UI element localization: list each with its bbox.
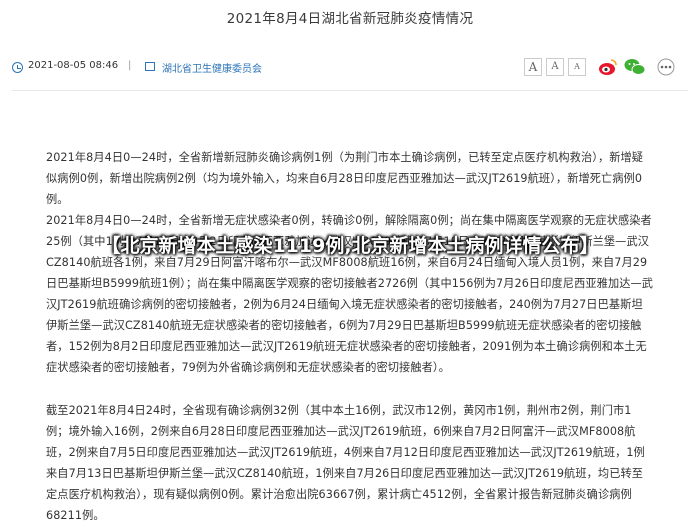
paragraph-confirmed-cases: 2021年8月4日0—24时，全省新增新冠肺炎确诊病例1例（为荆门市本土确诊病例… [46, 151, 644, 206]
source-link[interactable]: 湖北省卫生健康委员会 [162, 60, 262, 75]
source-icon [145, 62, 155, 71]
wechat-icon[interactable] [624, 58, 646, 76]
meta-separator: | [128, 60, 132, 71]
font-small-button[interactable]: A [568, 58, 586, 76]
article-meta: 2021-08-05 08:46 | 湖北省卫生健康委员会 A A A [12, 50, 688, 91]
font-large-button[interactable]: A [524, 58, 542, 76]
publish-date: 2021-08-05 08:46 [28, 60, 119, 71]
weibo-icon[interactable] [598, 58, 618, 76]
font-medium-button[interactable]: A [546, 58, 564, 76]
more-icon[interactable] [656, 58, 676, 76]
paragraph-cumulative: 截至2021年8月4日24时，全省现有确诊病例32例（其中本土16例，武汉市12… [46, 404, 645, 522]
overlay-caption: 【北京新增本土感染1119例,北京新增本土病例详情公布】 [101, 235, 599, 257]
clock-icon [12, 62, 23, 73]
page-title: 2021年8月4日湖北省新冠肺炎疫情情况 [226, 11, 474, 27]
